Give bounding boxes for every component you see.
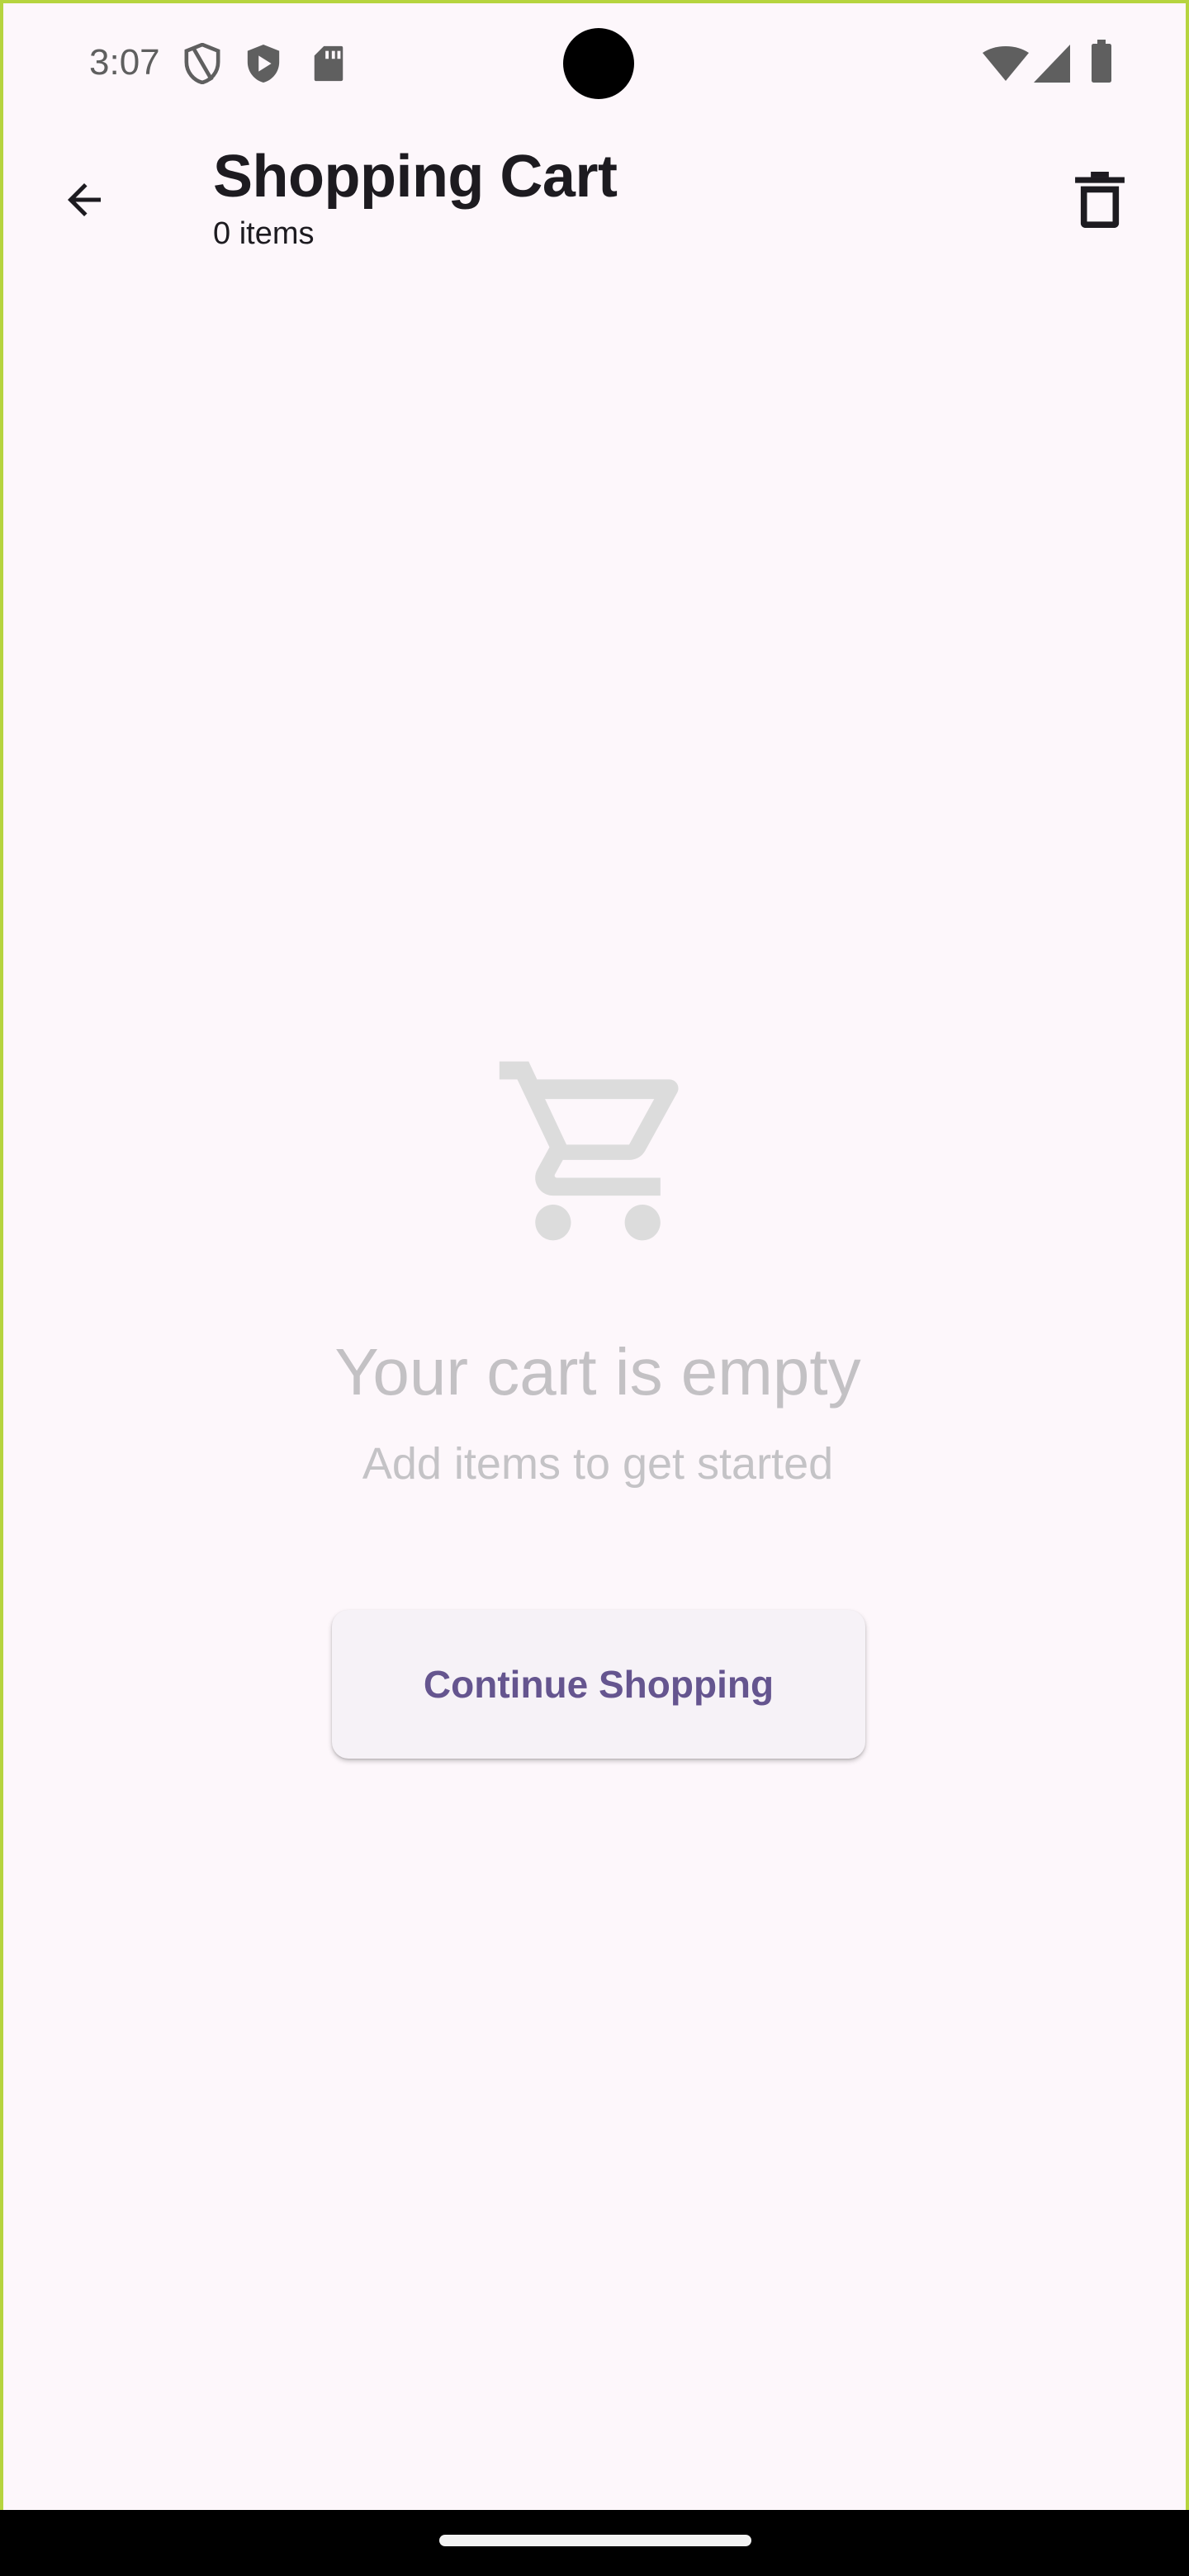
app-frame: 3:07 Shopping Cart 0 items Your cart is … [0, 0, 1189, 2510]
system-navigation-bar [0, 2510, 1189, 2576]
status-time: 3:07 [89, 42, 160, 83]
wifi-icon [983, 46, 1029, 81]
title-block: Shopping Cart 0 items [213, 142, 618, 253]
status-bar: 3:07 [3, 3, 1189, 122]
home-indicator[interactable] [439, 2535, 751, 2546]
battery-icon [1092, 40, 1111, 83]
shopping-cart-icon [499, 1061, 679, 1241]
item-count: 0 items [213, 216, 315, 251]
back-button[interactable] [43, 159, 126, 241]
empty-state-subtitle: Add items to get started [362, 1439, 834, 1489]
shield-icon [184, 43, 220, 84]
page-title: Shopping Cart [213, 144, 618, 210]
cellular-signal-icon [1034, 45, 1070, 83]
play-shield-icon [247, 45, 280, 83]
sd-card-icon [314, 45, 343, 82]
clear-cart-button[interactable] [1059, 159, 1141, 241]
delete-icon [1075, 172, 1125, 228]
empty-cart-state: Your cart is empty Add items to get star… [3, 1044, 1189, 1491]
app-bar: Shopping Cart 0 items [3, 122, 1189, 279]
continue-shopping-button[interactable]: Continue Shopping [332, 1610, 865, 1759]
arrow-back-icon [68, 183, 101, 216]
empty-state-title: Your cart is empty [334, 1335, 861, 1409]
camera-cutout [563, 28, 634, 99]
